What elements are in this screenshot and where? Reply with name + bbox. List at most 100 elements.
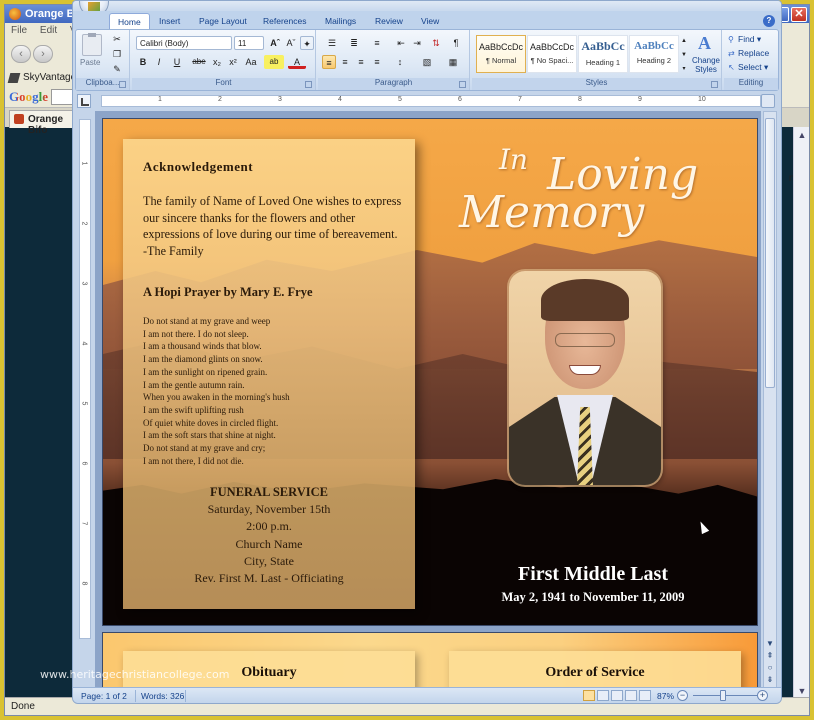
- zoom-in-icon[interactable]: +: [757, 690, 768, 701]
- full-screen-reading-view-button[interactable]: [597, 690, 609, 701]
- multilevel-list-button[interactable]: ≡: [366, 36, 388, 50]
- replace-button[interactable]: ⇄ Replace: [728, 48, 769, 58]
- bullets-button[interactable]: ☰: [322, 36, 342, 50]
- web-layout-view-button[interactable]: [611, 690, 623, 701]
- font-name-dropdown[interactable]: Calibri (Body): [136, 36, 232, 50]
- shading-button[interactable]: ▧: [416, 55, 438, 69]
- center-button[interactable]: ≡: [338, 55, 352, 69]
- tab-review[interactable]: Review: [367, 13, 411, 29]
- line-spacing-button[interactable]: ↕: [390, 55, 410, 69]
- tab-mailings[interactable]: Mailings: [317, 13, 364, 29]
- tab-references[interactable]: References: [255, 13, 314, 29]
- word-count[interactable]: Words: 326: [141, 691, 184, 701]
- acknowledgement-signature: -The Family: [143, 243, 204, 258]
- horizontal-ruler[interactable]: 1 2 3 4 5 6 7 8 9 10: [101, 95, 761, 107]
- paste-icon[interactable]: [82, 33, 102, 56]
- forward-button[interactable]: ›: [33, 45, 53, 63]
- superscript-button[interactable]: x²: [226, 55, 240, 69]
- page-count[interactable]: Page: 1 of 2: [81, 691, 127, 701]
- draft-view-button[interactable]: [639, 690, 651, 701]
- styles-more-icon[interactable]: ▾: [680, 62, 688, 76]
- clear-format-button[interactable]: ✦: [300, 36, 314, 50]
- styles-group: AaBbCcDc ¶ Normal AaBbCcDc ¶ No Spaci...…: [472, 30, 722, 90]
- tab-home[interactable]: Home: [109, 13, 150, 29]
- clipboard-launcher-icon[interactable]: [119, 81, 126, 88]
- paragraph-launcher-icon[interactable]: [459, 81, 466, 88]
- font-size-dropdown[interactable]: 11: [234, 36, 264, 50]
- ribbon: Paste ✂ ❐ ✎ Clipboa... Calibri (Body) 11…: [75, 29, 779, 91]
- scroll-down-icon[interactable]: ▼: [764, 638, 776, 650]
- style-no-spacing[interactable]: AaBbCcDc ¶ No Spaci...: [527, 35, 577, 73]
- ruler-tick: 7: [80, 521, 88, 526]
- scroll-thumb[interactable]: [765, 118, 775, 388]
- previous-page-icon[interactable]: ⇞: [764, 650, 776, 662]
- vertical-ruler[interactable]: 1 2 3 4 5 6 7 8: [79, 119, 91, 639]
- style-sample: AaBbCcDc: [529, 42, 574, 52]
- sort-button[interactable]: ⇅: [428, 36, 444, 50]
- align-left-button[interactable]: ≡: [322, 55, 336, 69]
- ruler-tick: 7: [518, 96, 522, 103]
- borders-button[interactable]: ▦: [442, 55, 464, 69]
- font-launcher-icon[interactable]: [305, 81, 312, 88]
- acknowledgement-panel[interactable]: Acknowledgement The family of Name of Lo…: [123, 139, 415, 609]
- styles-scroll-down-icon[interactable]: ▼: [680, 48, 688, 62]
- change-styles-button[interactable]: A Change Styles: [690, 30, 722, 78]
- tab-insert[interactable]: Insert: [151, 13, 188, 29]
- copy-icon[interactable]: ❐: [110, 47, 124, 61]
- portrait-photo[interactable]: [509, 271, 661, 485]
- subscript-button[interactable]: x₂: [210, 55, 224, 69]
- style-heading-1[interactable]: AaBbCc Heading 1: [578, 35, 628, 73]
- document-scrollbar[interactable]: ▼ ⇞ ○ ⇟: [763, 111, 777, 689]
- styles-launcher-icon[interactable]: [711, 81, 718, 88]
- tab-view[interactable]: View: [413, 13, 447, 29]
- justify-button[interactable]: ≡: [370, 55, 384, 69]
- page-1[interactable]: Acknowledgement The family of Name of Lo…: [103, 119, 757, 625]
- browser-tab[interactable]: Orange Bifo: [9, 110, 79, 136]
- numbering-button[interactable]: ≣: [344, 36, 364, 50]
- browse-object-icon[interactable]: ○: [764, 662, 776, 674]
- tab-page-layout[interactable]: Page Layout: [191, 13, 255, 29]
- cut-icon[interactable]: ✂: [110, 32, 124, 46]
- shrink-font-button[interactable]: Aˇ: [284, 36, 298, 50]
- change-case-button[interactable]: Aa: [242, 55, 260, 69]
- styles-scroll-up-icon[interactable]: ▲: [680, 34, 688, 48]
- menu-edit[interactable]: Edit: [34, 23, 57, 36]
- font-color-button[interactable]: A: [288, 55, 306, 69]
- next-page-icon[interactable]: ⇟: [764, 674, 776, 686]
- help-icon[interactable]: ?: [763, 15, 775, 27]
- back-button[interactable]: ‹: [11, 45, 31, 63]
- style-heading-2[interactable]: AaBbCc Heading 2: [629, 35, 679, 73]
- order-of-service-panel[interactable]: Order of Service: [449, 651, 741, 689]
- scroll-up-icon[interactable]: ▲: [794, 127, 810, 143]
- close-button[interactable]: ✕: [791, 7, 807, 22]
- grow-font-button[interactable]: Aˆ: [268, 36, 282, 50]
- align-right-button[interactable]: ≡: [354, 55, 368, 69]
- bold-button[interactable]: B: [136, 55, 150, 69]
- zoom-slider-track[interactable]: [693, 695, 763, 696]
- zoom-level[interactable]: 87%: [657, 691, 674, 701]
- change-styles-icon: A: [698, 33, 711, 53]
- document-area[interactable]: Acknowledgement The family of Name of Lo…: [95, 111, 761, 689]
- strikethrough-button[interactable]: abe: [190, 55, 208, 69]
- paste-button[interactable]: Paste: [80, 58, 100, 67]
- menu-file[interactable]: File: [5, 23, 27, 36]
- show-formatting-button[interactable]: ¶: [448, 36, 464, 50]
- outline-view-button[interactable]: [625, 690, 637, 701]
- print-layout-view-button[interactable]: [583, 690, 595, 701]
- style-normal[interactable]: AaBbCcDc ¶ Normal: [476, 35, 526, 73]
- select-button[interactable]: ↖ Select ▾: [728, 62, 768, 73]
- underline-button[interactable]: U: [168, 55, 186, 69]
- ruler-tick: 5: [398, 96, 402, 103]
- view-ruler-button[interactable]: [761, 94, 775, 108]
- find-button[interactable]: ⚲ Find ▾: [728, 34, 761, 45]
- tab-selector[interactable]: [77, 94, 91, 108]
- zoom-slider-thumb[interactable]: [719, 690, 726, 701]
- highlight-button[interactable]: ab: [264, 55, 284, 69]
- italic-button[interactable]: I: [152, 55, 166, 69]
- increase-indent-button[interactable]: ⇥: [410, 36, 424, 50]
- zoom-out-icon[interactable]: −: [677, 690, 688, 701]
- browser-scrollbar[interactable]: ▲ ▼: [793, 127, 809, 699]
- format-painter-icon[interactable]: ✎: [110, 62, 124, 76]
- decrease-indent-button[interactable]: ⇤: [394, 36, 408, 50]
- editing-group: ⚲ Find ▾ ⇄ Replace ↖ Select ▾ Editing: [724, 30, 778, 90]
